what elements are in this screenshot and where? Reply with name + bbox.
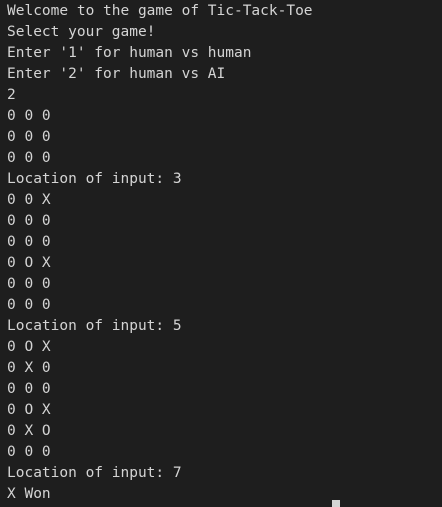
board-row: 0 0 0 xyxy=(7,129,51,145)
board-row: 0 0 0 xyxy=(7,108,51,124)
board-row: 0 0 0 xyxy=(7,150,51,166)
board-row: 0 0 0 xyxy=(7,213,51,229)
board-row: 0 O X xyxy=(7,255,51,271)
terminal-line-user-choice: 2 xyxy=(7,87,16,103)
board-row: 0 X O xyxy=(7,423,51,439)
terminal-line-select-game: Select your game! xyxy=(7,24,156,40)
terminal-line-input-prompt: Location of input: 5 xyxy=(7,318,182,334)
terminal-line-result: X Won xyxy=(7,486,51,502)
board-row: 0 0 0 xyxy=(7,297,51,313)
terminal-line-option-1: Enter '1' for human vs human xyxy=(7,45,252,61)
board-row: 0 0 0 xyxy=(7,234,51,250)
terminal-line-welcome: Welcome to the game of Tic-Tack-Toe xyxy=(7,3,313,19)
board-row: 0 O X xyxy=(7,339,51,355)
board-row: 0 0 0 xyxy=(7,444,51,460)
terminal-output[interactable]: Welcome to the game of Tic-Tack-Toe Sele… xyxy=(0,0,442,507)
board-row: 0 0 0 xyxy=(7,381,51,397)
board-row: 0 O X xyxy=(7,402,51,418)
board-row: 0 X 0 xyxy=(7,360,51,376)
terminal-line-input-prompt: Location of input: 3 xyxy=(7,171,182,187)
terminal-line-input-prompt: Location of input: 7 xyxy=(7,465,182,481)
board-row: 0 0 X xyxy=(7,192,51,208)
terminal-cursor xyxy=(332,500,340,507)
board-row: 0 0 0 xyxy=(7,276,51,292)
terminal-line-option-2: Enter '2' for human vs AI xyxy=(7,66,226,82)
